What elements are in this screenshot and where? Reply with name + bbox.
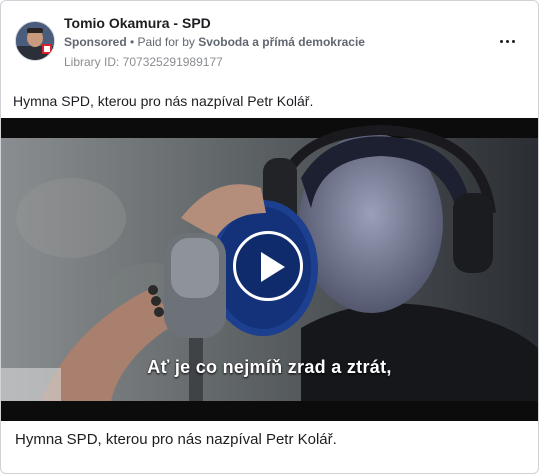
funder-link[interactable]: Svoboda a přímá demokracie (198, 35, 365, 49)
page-name[interactable]: Tomio Okamura - SPD (64, 15, 211, 31)
play-button[interactable] (233, 231, 303, 301)
more-dot (511, 39, 515, 43)
more-horizontal-icon (499, 39, 503, 43)
play-icon (261, 252, 285, 282)
sponsored-label: Sponsored (64, 35, 127, 49)
avatar[interactable] (15, 21, 55, 61)
video-subtitle: Ať je co nejmíň zrad a ztrát, (147, 357, 392, 377)
video-caption: Hymna SPD, kterou pro nás nazpíval Petr … (15, 431, 337, 448)
post-text: Hymna SPD, kterou pro nás nazpíval Petr … (13, 93, 314, 109)
more-options-button[interactable] (495, 31, 519, 51)
meta-separator: • (126, 35, 138, 49)
video-player[interactable]: Ať je co nejmíň zrad a ztrát, (1, 118, 538, 421)
library-id: Library ID: 707325291989177 (64, 55, 223, 69)
sponsored-meta: Sponsored • Paid for by Svoboda a přímá … (64, 35, 365, 49)
paid-for-prefix: Paid for by (137, 35, 199, 49)
more-dot (505, 39, 509, 43)
ad-card: Tomio Okamura - SPD Sponsored • Paid for… (0, 0, 539, 474)
